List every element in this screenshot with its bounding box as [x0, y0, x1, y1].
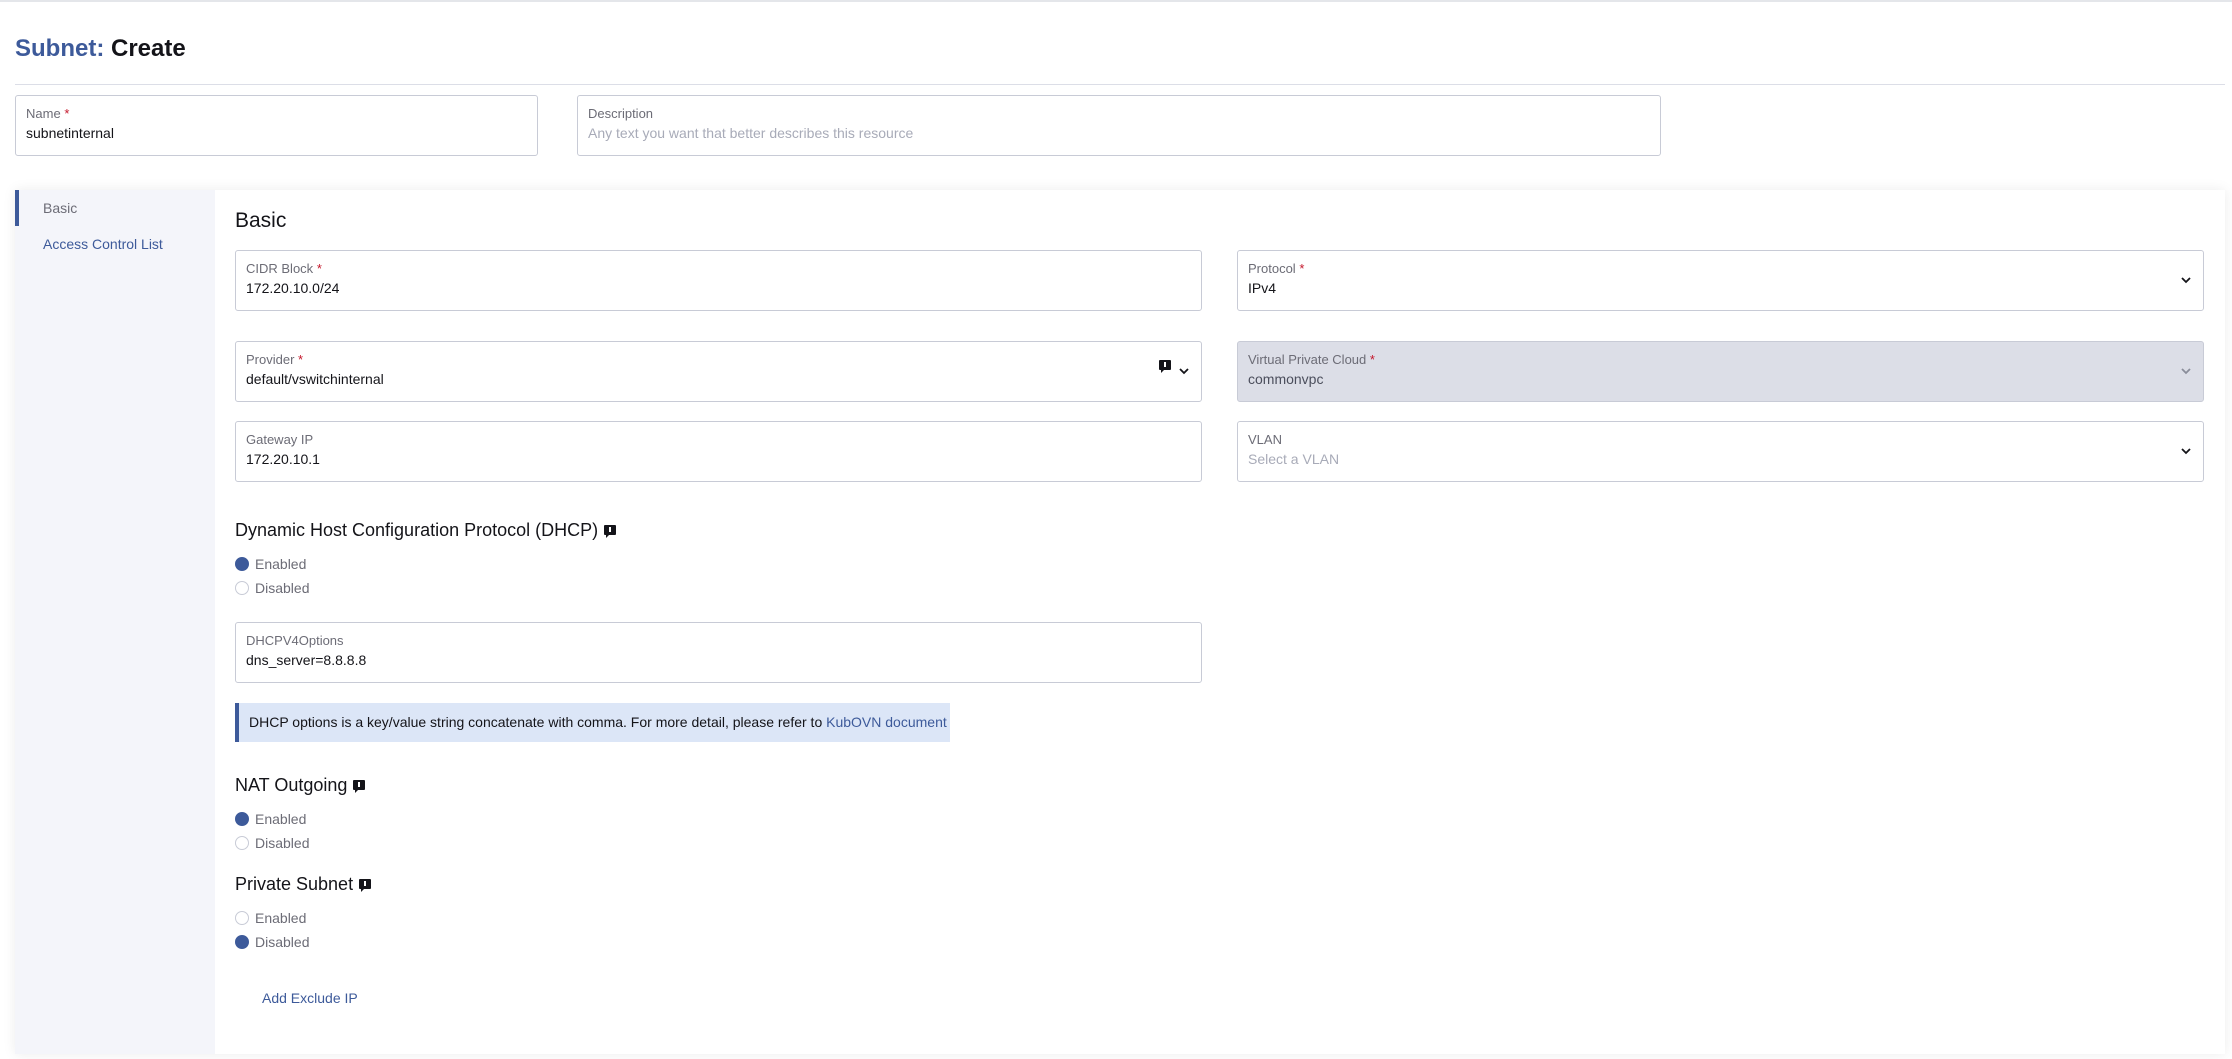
description-input[interactable]: Any text you want that better describes …: [588, 125, 913, 141]
page-title: Subnet: Create: [15, 33, 186, 65]
title-divider: [15, 84, 2225, 85]
nat-disabled-radio[interactable]: Disabled: [235, 835, 309, 851]
protocol-select[interactable]: Protocol * IPv4: [1237, 250, 2204, 311]
description-field[interactable]: Description Any text you want that bette…: [577, 95, 1661, 156]
gateway-ip-field[interactable]: Gateway IP 172.20.10.1: [235, 421, 1202, 482]
vpc-value: commonvpc: [1248, 371, 1324, 387]
radio-checked-icon: [235, 812, 249, 826]
gateway-ip-label: Gateway IP: [246, 432, 314, 447]
description-label: Description: [588, 106, 654, 121]
add-exclude-ip-button[interactable]: Add Exclude IP: [262, 990, 358, 1006]
vlan-label: VLAN: [1248, 432, 1282, 447]
kubovn-document-link[interactable]: KubOVN document: [826, 714, 947, 730]
dhcpv4-options-field[interactable]: DHCPV4Options dns_server=8.8.8.8: [235, 622, 1202, 683]
vlan-select[interactable]: VLAN Select a VLAN: [1237, 421, 2204, 482]
vpc-select: Virtual Private Cloud * commonvpc: [1237, 341, 2204, 402]
dhcpv4-options-label: DHCPV4Options: [246, 633, 344, 648]
name-label: Name *: [26, 106, 70, 121]
provider-select[interactable]: Provider * default/vswitchinternal: [235, 341, 1202, 402]
name-field[interactable]: Name * subnetinternal: [15, 95, 538, 156]
radio-checked-icon: [235, 557, 249, 571]
protocol-label: Protocol *: [1248, 261, 1305, 276]
tab-basic[interactable]: Basic: [15, 190, 215, 226]
nat-enabled-radio[interactable]: Enabled: [235, 811, 306, 827]
page-action: Create: [111, 35, 186, 62]
dhcp-enabled-radio[interactable]: Enabled: [235, 556, 306, 572]
private-subnet-title: Private Subnet: [235, 874, 372, 895]
section-title-basic: Basic: [235, 209, 287, 232]
top-border: [0, 0, 2232, 2]
dhcp-info-banner: DHCP options is a key/value string conca…: [235, 703, 950, 742]
provider-value: default/vswitchinternal: [246, 371, 384, 387]
tab-access-control-list[interactable]: Access Control List: [15, 226, 215, 262]
info-icon[interactable]: [603, 524, 617, 538]
radio-unchecked-icon: [235, 836, 249, 850]
private-subnet-disabled-radio[interactable]: Disabled: [235, 934, 309, 950]
radio-unchecked-icon: [235, 911, 249, 925]
radio-checked-icon: [235, 935, 249, 949]
info-icon[interactable]: [1158, 359, 1172, 373]
vlan-placeholder: Select a VLAN: [1248, 451, 1340, 467]
radio-unchecked-icon: [235, 581, 249, 595]
vpc-label: Virtual Private Cloud *: [1248, 352, 1375, 367]
chevron-down-icon: [2181, 368, 2191, 375]
dhcp-title: Dynamic Host Configuration Protocol (DHC…: [235, 520, 617, 541]
info-icon[interactable]: [358, 878, 372, 892]
breadcrumb-subnet[interactable]: Subnet:: [15, 35, 104, 62]
dhcpv4-options-input[interactable]: dns_server=8.8.8.8: [246, 652, 366, 668]
name-input[interactable]: subnetinternal: [26, 125, 114, 141]
dhcp-disabled-radio[interactable]: Disabled: [235, 580, 309, 596]
cidr-block-input[interactable]: 172.20.10.0/24: [246, 280, 339, 296]
chevron-down-icon[interactable]: [1177, 364, 1191, 378]
chevron-down-icon[interactable]: [2179, 444, 2193, 458]
info-icon[interactable]: [352, 779, 366, 793]
gateway-ip-input[interactable]: 172.20.10.1: [246, 451, 320, 467]
side-tabs: Basic Access Control List: [15, 190, 215, 1054]
provider-label: Provider *: [246, 352, 304, 367]
nat-outgoing-title: NAT Outgoing: [235, 775, 366, 796]
chevron-down-icon[interactable]: [2179, 273, 2193, 287]
cidr-block-field[interactable]: CIDR Block * 172.20.10.0/24: [235, 250, 1202, 311]
private-subnet-enabled-radio[interactable]: Enabled: [235, 910, 306, 926]
protocol-value: IPv4: [1248, 280, 1277, 296]
cidr-block-label: CIDR Block *: [246, 261, 322, 276]
